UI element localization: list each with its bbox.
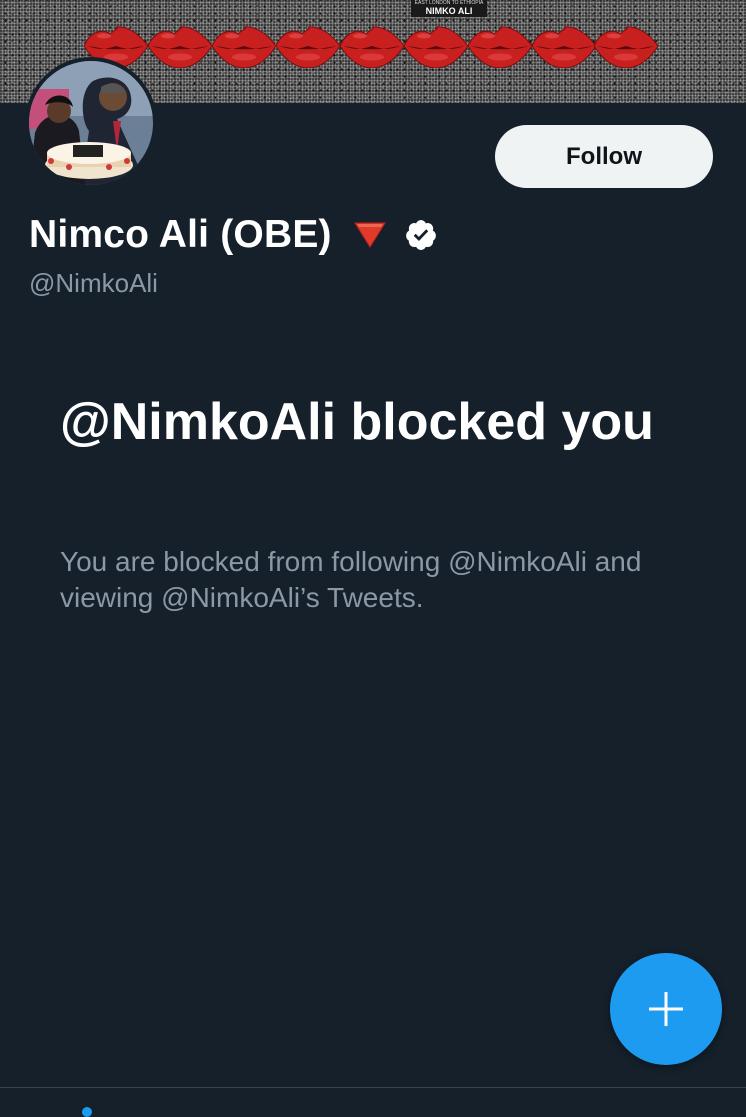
avatar-photo <box>29 61 153 185</box>
compose-tweet-button[interactable] <box>610 953 722 1065</box>
bottom-nav <box>0 1087 746 1117</box>
follow-button[interactable]: Follow <box>495 125 713 188</box>
banner-badge-title: NIMKO ALI <box>425 6 473 16</box>
display-name: Nimco Ali (OBE) <box>29 213 332 256</box>
red-triangle-down-icon <box>353 222 386 248</box>
plus-icon <box>649 992 683 1026</box>
avatar[interactable] <box>25 57 157 189</box>
blocked-description: You are blocked from following @NimkoAli… <box>60 546 642 613</box>
notification-dot <box>82 1107 92 1117</box>
profile-handle: @NimkoAli <box>29 268 158 298</box>
lips-pattern <box>84 26 658 68</box>
verified-badge-icon[interactable] <box>404 218 438 252</box>
blocked-title: @NimkoAli blocked you <box>60 393 654 451</box>
profile-name-row: Nimco Ali (OBE) <box>29 210 438 260</box>
banner-badge: EAST LONDON TO ETHIOPIA NIMKO ALI <box>411 0 487 17</box>
